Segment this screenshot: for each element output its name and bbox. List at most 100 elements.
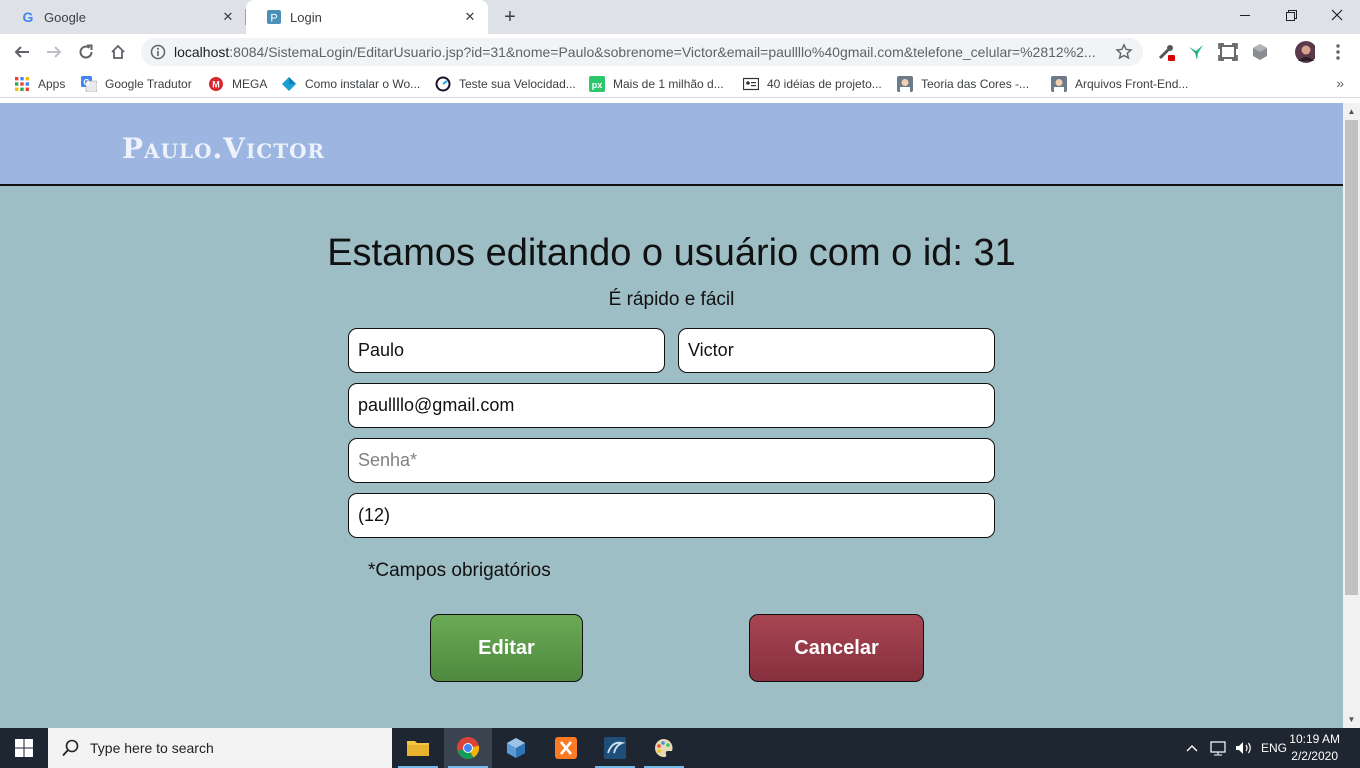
- svg-text:px: px: [592, 80, 603, 90]
- extension-eyedropper-icon[interactable]: [1156, 42, 1176, 62]
- bookmark-label: Mais de 1 milhão d...: [613, 77, 724, 91]
- volume-icon[interactable]: [1235, 728, 1253, 768]
- reload-button[interactable]: [74, 40, 98, 64]
- tab-title: Login: [290, 9, 322, 25]
- diamond-icon: [281, 76, 297, 92]
- page-title: Estamos editando o usuário com o id: 31: [327, 232, 1016, 274]
- xampp-icon: [555, 737, 577, 759]
- xampp-app[interactable]: [542, 728, 590, 768]
- extension-hummingbird-icon[interactable]: [1186, 42, 1206, 62]
- bookmark-star-icon[interactable]: [1115, 43, 1133, 61]
- browser-tab-strip: G Google ✕ P Login ✕ +: [0, 0, 1360, 34]
- mysql-workbench-app[interactable]: [591, 728, 639, 768]
- url-text[interactable]: localhost:8084/SistemaLogin/EditarUsuari…: [174, 44, 1104, 60]
- windows-taskbar: Type here to search ENG 10:19 AM 2/2/202…: [0, 728, 1360, 768]
- svg-text:G: G: [83, 78, 89, 87]
- site-avatar-icon: [897, 76, 913, 92]
- bookmarks-bar: Apps G Google Tradutor M MEGA Como insta…: [0, 70, 1360, 98]
- address-bar[interactable]: localhost:8084/SistemaLogin/EditarUsuari…: [141, 38, 1143, 66]
- file-explorer-app[interactable]: [394, 728, 442, 768]
- svg-text:M: M: [212, 80, 220, 90]
- bookmark-label: Google Tradutor: [105, 77, 192, 91]
- bookmark-como-instalar[interactable]: Como instalar o Wo...: [281, 75, 420, 93]
- input-language[interactable]: ENG: [1261, 728, 1287, 768]
- bookmark-label: Arquivos Front-End...: [1075, 77, 1189, 91]
- chrome-app[interactable]: [444, 728, 492, 768]
- bookmark-mais-de-1-milhao[interactable]: px Mais de 1 milhão d...: [589, 75, 724, 93]
- clock-time: 10:19 AM: [1289, 732, 1340, 746]
- google-icon: G: [20, 9, 36, 25]
- required-fields-note: *Campos obrigatórios: [368, 560, 551, 581]
- bookmark-teoria-das-cores[interactable]: Teoria das Cores -...: [897, 75, 1029, 93]
- new-tab-button[interactable]: +: [498, 5, 522, 29]
- folder-icon: [407, 741, 429, 756]
- virtualbox-app[interactable]: [492, 728, 540, 768]
- bookmark-label: MEGA: [232, 77, 268, 91]
- tab-title: Google: [44, 9, 86, 25]
- page-scrollbar[interactable]: ▲ ▼: [1343, 103, 1360, 728]
- bookmark-40-ideias[interactable]: 40 idéias de projeto...: [743, 75, 882, 93]
- bookmark-arquivos-front-end[interactable]: Arquivos Front-End...: [1051, 75, 1188, 93]
- page-favicon-icon: P: [266, 9, 282, 25]
- bookmark-google-tradutor[interactable]: G Google Tradutor: [81, 75, 192, 93]
- close-tab-icon[interactable]: ✕: [220, 9, 236, 25]
- page-viewport: Paulo.Victor Estamos editando o usuário …: [0, 103, 1343, 728]
- last-name-input[interactable]: Victor: [678, 328, 995, 373]
- tab-login[interactable]: P Login ✕: [246, 0, 488, 34]
- network-icon[interactable]: [1210, 728, 1228, 768]
- minimize-icon: [1239, 14, 1250, 16]
- site-avatar-icon: [1051, 76, 1067, 92]
- cube-icon: [507, 738, 525, 758]
- site-logo[interactable]: Paulo.Victor: [122, 132, 325, 165]
- browser-toolbar: localhost:8084/SistemaLogin/EditarUsuari…: [0, 34, 1360, 70]
- scroll-down-arrow-icon[interactable]: ▼: [1343, 711, 1360, 728]
- profile-avatar[interactable]: [1295, 41, 1315, 63]
- close-icon: [1331, 9, 1343, 21]
- close-tab-icon[interactable]: ✕: [462, 9, 478, 25]
- bookmark-label: Apps: [38, 77, 66, 91]
- windows-logo-icon: [15, 739, 33, 757]
- scroll-up-arrow-icon[interactable]: ▲: [1343, 103, 1360, 120]
- cancel-button[interactable]: Cancelar: [749, 614, 924, 682]
- close-window-button[interactable]: [1314, 0, 1360, 30]
- minimize-button[interactable]: [1222, 0, 1268, 30]
- start-button[interactable]: [0, 728, 48, 768]
- google-translate-icon: G: [81, 76, 97, 92]
- id-card-icon: [743, 76, 759, 92]
- reload-icon: [79, 44, 93, 59]
- info-icon[interactable]: [150, 44, 166, 60]
- password-input[interactable]: Senha*: [348, 438, 995, 483]
- back-button[interactable]: [10, 40, 34, 64]
- url-host: localhost: [174, 44, 230, 60]
- system-clock[interactable]: 10:19 AM 2/2/2020: [1289, 731, 1340, 765]
- extension-screenshot-icon[interactable]: [1218, 42, 1238, 62]
- home-button[interactable]: [106, 40, 130, 64]
- arrow-left-icon: [14, 46, 29, 58]
- apps-grid-icon: [14, 76, 30, 92]
- bookmark-label: Teoria das Cores -...: [921, 77, 1030, 91]
- scrollbar-thumb[interactable]: [1345, 120, 1358, 595]
- extension-cube-icon[interactable]: [1250, 42, 1270, 62]
- forward-button[interactable]: [42, 40, 66, 64]
- paint-app[interactable]: [640, 728, 688, 768]
- search-icon: [62, 739, 79, 757]
- restore-button[interactable]: [1268, 0, 1314, 30]
- url-path: :8084/SistemaLogin/EditarUsuario.jsp?id=…: [229, 44, 1096, 60]
- speedtest-icon: [435, 76, 451, 92]
- bookmarks-overflow-chevron-icon[interactable]: »: [1336, 75, 1344, 91]
- menu-kebab-icon[interactable]: [1328, 42, 1348, 62]
- first-name-input[interactable]: Paulo: [348, 328, 665, 373]
- show-hidden-icons-chevron-icon[interactable]: [1186, 728, 1198, 768]
- mega-icon: M: [208, 76, 224, 92]
- tab-google[interactable]: G Google ✕: [0, 0, 246, 34]
- chrome-icon: [457, 737, 480, 759]
- phone-input[interactable]: (12): [348, 493, 995, 538]
- bookmark-apps[interactable]: Apps: [14, 75, 65, 93]
- edit-button[interactable]: Editar: [430, 614, 583, 682]
- bookmark-teste-velocidade[interactable]: Teste sua Velocidad...: [435, 75, 576, 93]
- page-subtitle: É rápido e fácil: [608, 289, 735, 310]
- taskbar-search[interactable]: Type here to search: [48, 728, 392, 768]
- email-input[interactable]: paullllo@gmail.com: [348, 383, 995, 428]
- bookmark-mega[interactable]: M MEGA: [208, 75, 267, 93]
- arrow-right-icon: [47, 46, 62, 58]
